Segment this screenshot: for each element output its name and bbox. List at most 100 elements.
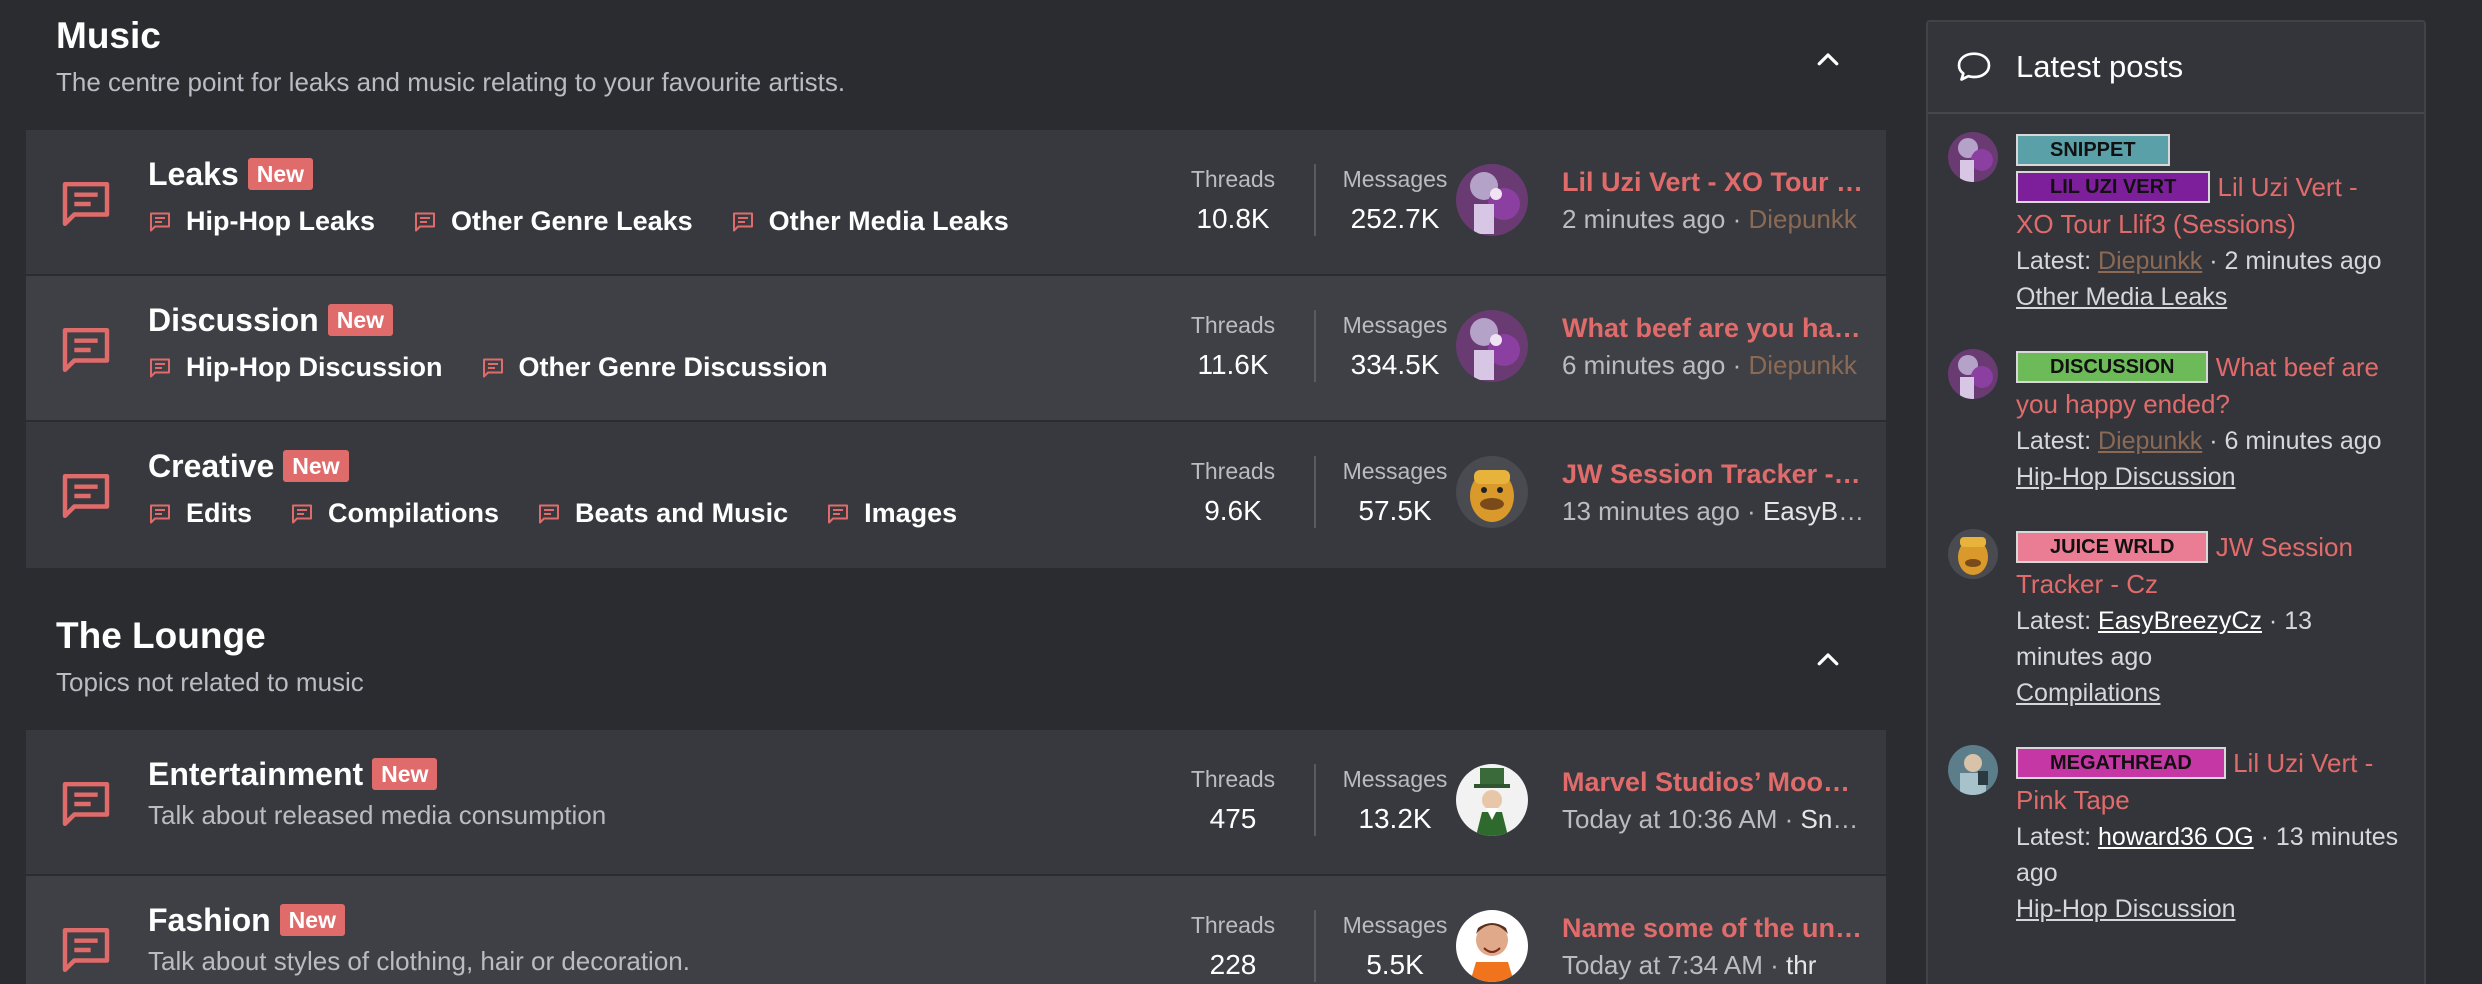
last-post-time[interactable]: 13 minutes ago	[1562, 496, 1740, 526]
threads-count: 475	[1209, 803, 1257, 834]
subforum-link[interactable]: Images	[826, 498, 957, 529]
avatar[interactable]	[1948, 745, 1998, 795]
avatar[interactable]	[1456, 310, 1528, 382]
subforum-link[interactable]: Other Media Leaks	[731, 206, 1009, 237]
subforum-link[interactable]: Hip-Hop Leaks	[148, 206, 375, 237]
avatar[interactable]	[1456, 910, 1528, 982]
subforum-icon	[415, 212, 436, 231]
subforum-icon	[732, 212, 753, 231]
messages-label: Messages	[1342, 312, 1448, 338]
last-post-title[interactable]: Lil Uzi Vert - XO Tour Llif3 (Sessions)	[1562, 164, 1866, 200]
category-header-lounge: The Lounge Topics not related to music	[26, 568, 1886, 730]
node-description: Talk about styles of clothing, hair or d…	[148, 946, 690, 976]
threads-label: Threads	[1190, 166, 1276, 192]
node-title[interactable]: Creative	[148, 446, 274, 486]
post-author[interactable]: EasyBreezyCz	[2098, 607, 2262, 635]
latest-posts-sidebar: Latest posts SNIPPET LIL UZI VERT Lil Uz…	[1926, 20, 2426, 984]
last-post-user[interactable]: Snoopy	[1801, 804, 1866, 834]
forum-icon[interactable]	[58, 468, 114, 524]
last-post-user[interactable]: EasyBreezyCz	[1763, 496, 1866, 526]
node-list-music: Leaks New Hip-Hop Leaks Other Genre Leak…	[26, 130, 1886, 568]
subforum-list: Hip-Hop Discussion Other Genre Discussio…	[148, 352, 866, 383]
subforum-link[interactable]: Edits	[148, 498, 252, 529]
threads-label: Threads	[1190, 766, 1276, 792]
post-forum-link[interactable]: Other Media Leaks	[2016, 279, 2402, 315]
new-badge: New	[283, 450, 349, 482]
avatar[interactable]	[1456, 456, 1528, 528]
last-post-title[interactable]: JW Session Tracker - Cz	[1562, 456, 1866, 492]
node-title[interactable]: Fashion	[148, 900, 271, 940]
last-post-title[interactable]: Marvel Studios’ Moon Knight	[1562, 764, 1866, 800]
sidebar-header: Latest posts	[1928, 22, 2424, 114]
threads-label: Threads	[1190, 912, 1276, 938]
prefix-label[interactable]: SNIPPET	[2016, 134, 2170, 166]
threads-count: 10.8K	[1196, 203, 1270, 234]
post-forum-link[interactable]: Hip-Hop Discussion	[2016, 459, 2402, 495]
subforum-link[interactable]: Hip-Hop Discussion	[148, 352, 443, 383]
threads-count: 228	[1209, 949, 1257, 980]
forum-node-entertainment: Entertainment New Talk about released me…	[26, 730, 1886, 876]
forum-icon[interactable]	[58, 322, 114, 378]
messages-label: Messages	[1342, 766, 1448, 792]
post-author[interactable]: howard36 OG	[2098, 823, 2254, 851]
node-stats: Threads 475 Messages 13.2K	[1152, 764, 1474, 836]
category-title[interactable]: The Lounge	[56, 614, 1856, 658]
avatar[interactable]	[1948, 132, 1998, 182]
avatar[interactable]	[1948, 529, 1998, 579]
last-post: JW Session Tracker - Cz 13 minutes ago ·…	[1456, 456, 1866, 528]
subforum-link[interactable]: Other Genre Leaks	[413, 206, 693, 237]
prefix-label[interactable]: JUICE WRLD	[2016, 531, 2209, 563]
subforum-icon	[150, 504, 170, 523]
prefix-label[interactable]: DISCUSSION	[2016, 351, 2209, 383]
avatar[interactable]	[1948, 349, 1998, 399]
last-post-time[interactable]: Today at 10:36 AM	[1562, 804, 1777, 834]
collapse-button[interactable]	[1810, 642, 1846, 678]
node-title[interactable]: Entertainment	[148, 754, 363, 794]
node-stats: Threads 11.6K Messages 334.5K	[1152, 310, 1474, 382]
latest-post-item: MEGATHREAD Lil Uzi Vert - Pink Tape Late…	[1928, 745, 2424, 927]
subforum-icon	[828, 504, 849, 523]
threads-count: 11.6K	[1197, 349, 1269, 380]
last-post-title[interactable]: What beef are you happy ended?	[1562, 310, 1866, 346]
last-post-time[interactable]: 2 minutes ago	[1562, 204, 1725, 234]
forum-icon[interactable]	[58, 176, 114, 232]
post-time[interactable]: 2 minutes ago	[2224, 247, 2381, 275]
forum-icon[interactable]	[58, 922, 114, 978]
subforum-link[interactable]: Other Genre Discussion	[481, 352, 828, 383]
post-author[interactable]: Diepunkk	[2098, 247, 2202, 275]
sidebar-title[interactable]: Latest posts	[2016, 49, 2183, 85]
category-title[interactable]: Music	[56, 14, 1856, 58]
node-stats: Threads 9.6K Messages 57.5K	[1152, 456, 1474, 528]
last-post-title[interactable]: Name some of the underrated brands	[1562, 910, 1866, 946]
avatar[interactable]	[1456, 764, 1528, 836]
prefix-label[interactable]: LIL UZI VERT	[2016, 171, 2211, 203]
subforum-link[interactable]: Beats and Music	[537, 498, 788, 529]
node-stats: Threads 10.8K Messages 252.7K	[1152, 164, 1474, 236]
new-badge: New	[279, 904, 345, 936]
post-time[interactable]: 6 minutes ago	[2224, 427, 2381, 455]
forum-node-discussion: Discussion New Hip-Hop Discussion Other …	[26, 276, 1886, 422]
last-post-time[interactable]: 6 minutes ago	[1562, 350, 1725, 380]
last-post: Marvel Studios’ Moon Knight Today at 10:…	[1456, 764, 1866, 836]
node-title[interactable]: Leaks	[148, 154, 239, 194]
chevron-up-icon	[1817, 653, 1839, 666]
threads-count: 9.6K	[1204, 495, 1262, 526]
post-forum-link[interactable]: Compilations	[2016, 675, 2402, 711]
avatar[interactable]	[1456, 164, 1528, 236]
forum-icon[interactable]	[58, 776, 114, 832]
forum-node-creative: Creative New Edits Compilations Beats an…	[26, 422, 1886, 568]
last-post-time[interactable]: Today at 7:34 AM	[1562, 950, 1763, 980]
collapse-button[interactable]	[1810, 42, 1846, 78]
category-description: The centre point for leaks and music rel…	[56, 67, 846, 97]
node-stats: Threads 228 Messages 5.5K	[1152, 910, 1474, 982]
new-badge: New	[372, 758, 438, 790]
prefix-label[interactable]: MEGATHREAD	[2016, 747, 2226, 779]
node-description: Talk about released media consumption	[148, 800, 607, 830]
last-post-user[interactable]: Diepunkk	[1748, 204, 1856, 234]
last-post-user[interactable]: Diepunkk	[1748, 350, 1856, 380]
node-title[interactable]: Discussion	[148, 300, 319, 340]
subforum-link[interactable]: Compilations	[290, 498, 499, 529]
post-author[interactable]: Diepunkk	[2098, 427, 2202, 455]
post-forum-link[interactable]: Hip-Hop Discussion	[2016, 891, 2402, 927]
last-post-user[interactable]: thr	[1786, 950, 1816, 980]
